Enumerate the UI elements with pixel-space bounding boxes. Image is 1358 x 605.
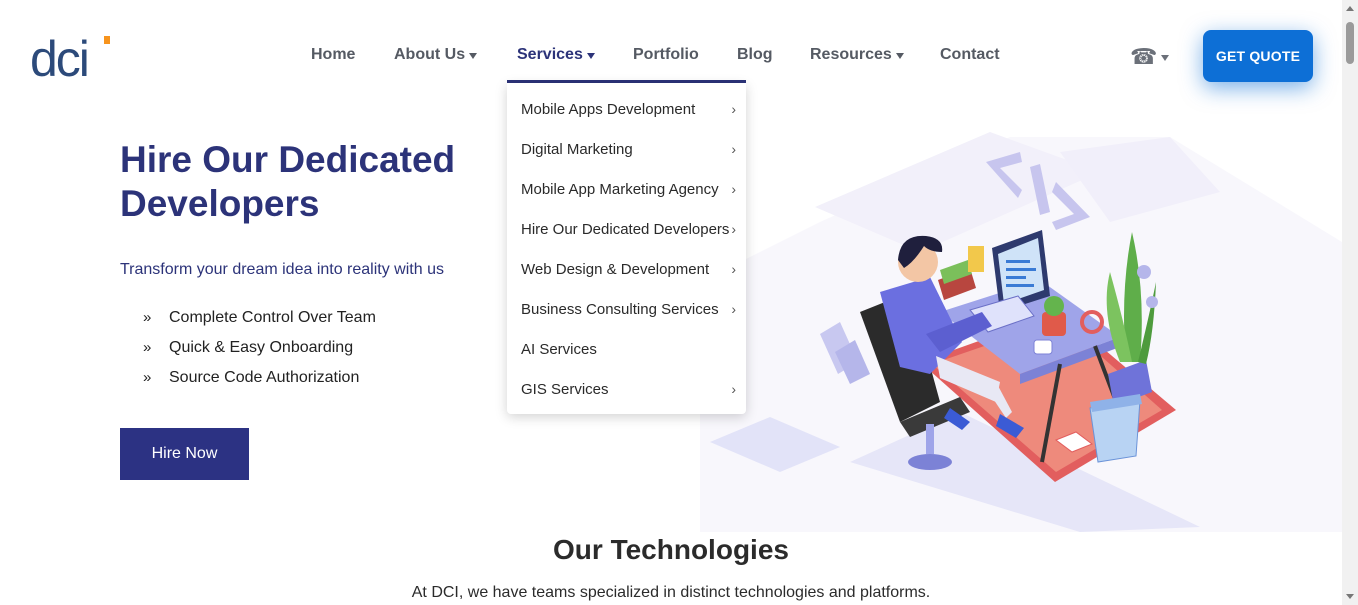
get-quote-button[interactable]: GET QUOTE	[1203, 30, 1313, 82]
developer-illustration	[700, 132, 1342, 532]
phone-icon: ☎	[1130, 44, 1158, 69]
nav-portfolio[interactable]: Portfolio	[633, 46, 699, 64]
caret-down-icon	[895, 52, 904, 59]
scrollbar-thumb[interactable]	[1346, 22, 1354, 64]
chevron-right-icon: ›	[731, 301, 736, 317]
feature-text: Source Code Authorization	[169, 369, 360, 386]
nav-resources[interactable]: Resources	[810, 46, 904, 64]
menu-item-ai-services[interactable]: AI Services	[521, 329, 736, 369]
nav-home-label: Home	[311, 46, 356, 63]
caret-down-icon	[1161, 54, 1170, 61]
double-chevron-icon: »	[143, 369, 152, 386]
menu-item-web-design-development[interactable]: Web Design & Development ›	[521, 249, 736, 289]
menu-item-gis-services[interactable]: GIS Services ›	[521, 369, 736, 409]
nav-contact[interactable]: Contact	[940, 46, 1000, 64]
nav-portfolio-label: Portfolio	[633, 46, 699, 63]
nav-blog[interactable]: Blog	[737, 46, 773, 64]
nav-contact-label: Contact	[940, 46, 1000, 63]
menu-item-digital-marketing[interactable]: Digital Marketing ›	[521, 129, 736, 169]
menu-item-label: AI Services	[521, 340, 597, 358]
chevron-right-icon: ›	[731, 221, 736, 237]
chevron-right-icon: ›	[731, 261, 736, 277]
nav-blog-label: Blog	[737, 46, 773, 63]
scroll-down-icon[interactable]	[1346, 594, 1354, 599]
nav-about-us-label: About Us	[394, 46, 466, 63]
menu-item-label: Web Design & Development	[521, 260, 710, 278]
scroll-up-icon[interactable]	[1346, 6, 1354, 11]
hero-title: Hire Our Dedicated Developers	[120, 139, 456, 224]
caret-down-icon	[469, 52, 478, 59]
logo-text: dci	[30, 34, 88, 80]
menu-item-label: Mobile App Marketing Agency	[521, 180, 719, 198]
chevron-right-icon: ›	[731, 381, 736, 397]
nav-services[interactable]: Services	[517, 46, 595, 64]
hero-subtitle: Transform your dream idea into reality w…	[120, 261, 444, 278]
feature-item: » Source Code Authorization	[143, 368, 376, 398]
menu-item-label: Mobile Apps Development	[521, 100, 696, 118]
menu-item-hire-dedicated-developers[interactable]: Hire Our Dedicated Developers ›	[521, 209, 736, 249]
menu-item-label: GIS Services	[521, 380, 609, 398]
nav-services-label: Services	[517, 46, 583, 63]
menu-item-business-consulting[interactable]: Business Consulting Services ›	[521, 289, 736, 329]
double-chevron-icon: »	[143, 339, 152, 356]
technologies-description: At DCI, we have teams specialized in dis…	[411, 584, 931, 601]
menu-item-label: Digital Marketing	[521, 140, 633, 158]
menu-item-label: Business Consulting Services	[521, 300, 719, 318]
page-scrollbar[interactable]	[1342, 0, 1358, 605]
double-chevron-icon: »	[143, 309, 152, 326]
feature-text: Quick & Easy Onboarding	[169, 339, 354, 356]
hire-now-button[interactable]: Hire Now	[120, 428, 249, 480]
nav-home[interactable]: Home	[311, 46, 355, 64]
phone-dropdown[interactable]: ☎	[1130, 44, 1170, 70]
chevron-right-icon: ›	[731, 101, 736, 117]
menu-item-label: Hire Our Dedicated Developers	[521, 220, 730, 238]
chevron-right-icon: ›	[731, 181, 736, 197]
dci-logo[interactable]: dci	[30, 34, 112, 80]
nav-about-us[interactable]: About Us	[394, 46, 478, 64]
nav-resources-label: Resources	[810, 46, 892, 63]
feature-text: Complete Control Over Team	[169, 309, 376, 326]
menu-item-mobile-apps-development[interactable]: Mobile Apps Development ›	[521, 89, 736, 129]
feature-list: » Complete Control Over Team » Quick & E…	[143, 308, 376, 398]
technologies-heading: Our Technologies	[553, 534, 789, 565]
services-dropdown-menu: Mobile Apps Development › Digital Market…	[507, 83, 746, 414]
feature-item: » Quick & Easy Onboarding	[143, 338, 376, 368]
chevron-right-icon: ›	[731, 141, 736, 157]
menu-item-mobile-app-marketing-agency[interactable]: Mobile App Marketing Agency ›	[521, 169, 736, 209]
caret-down-icon	[586, 52, 595, 59]
page: dci Home About Us Services Portfolio Blo…	[0, 0, 1342, 605]
feature-item: » Complete Control Over Team	[143, 308, 376, 338]
